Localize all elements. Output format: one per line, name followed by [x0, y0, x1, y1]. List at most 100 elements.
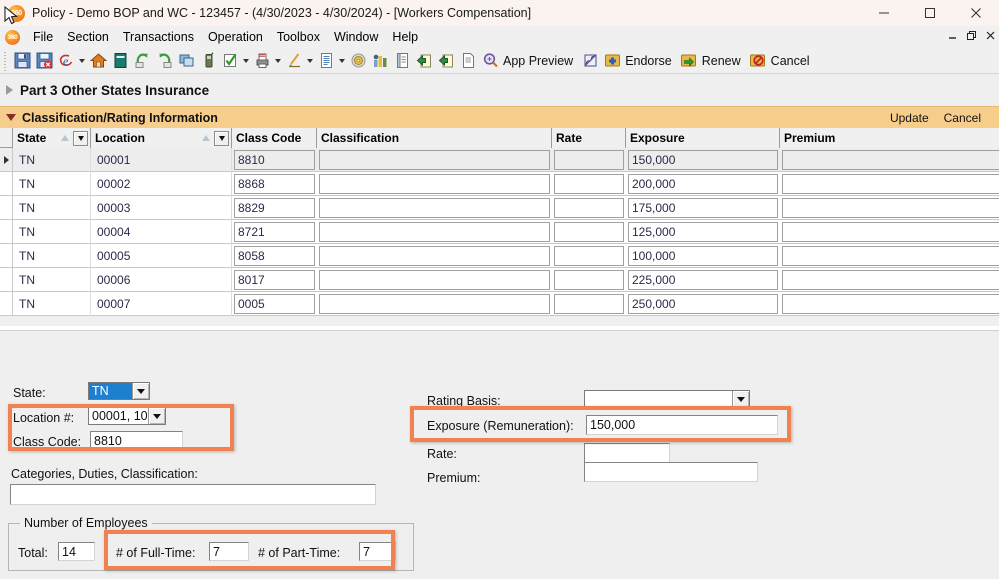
rating-basis-dropdown[interactable] — [584, 390, 750, 409]
cell-exposure[interactable]: 200,000 — [626, 172, 780, 196]
cell-class-code[interactable]: 0005 — [232, 292, 317, 316]
cell-class-code[interactable]: 8810 — [232, 148, 317, 172]
cell-premium-value[interactable] — [782, 198, 999, 218]
cell-exposure-value[interactable]: 225,000 — [628, 270, 778, 290]
toolbar-book-button[interactable] — [109, 49, 131, 73]
toolbar-endorse-button[interactable]: Endorse — [601, 49, 678, 73]
cell-rate[interactable] — [552, 196, 626, 220]
cell-rate[interactable] — [552, 172, 626, 196]
cell-exposure[interactable]: 100,000 — [626, 244, 780, 268]
cell-classification[interactable] — [317, 244, 552, 268]
cell-class-code-value[interactable]: 8721 — [234, 222, 315, 242]
cell-location[interactable]: 00001 — [91, 148, 232, 172]
cell-premium-value[interactable] — [782, 246, 999, 266]
cell-premium-value[interactable] — [782, 222, 999, 242]
row-selector[interactable] — [0, 148, 13, 172]
column-header-state[interactable]: State — [13, 128, 91, 148]
cell-state[interactable]: TN — [13, 172, 91, 196]
table-row[interactable]: TN 00003 8829 175,000 — [0, 196, 999, 220]
cell-class-code[interactable]: 8721 — [232, 220, 317, 244]
toolbar-document-button[interactable] — [315, 49, 347, 73]
column-header-location[interactable]: Location — [91, 128, 232, 148]
column-header-rate[interactable]: Rate — [552, 128, 626, 148]
cell-premium[interactable] — [780, 292, 999, 316]
mdi-minimize-button[interactable] — [947, 31, 959, 44]
toolbar-next-button[interactable] — [153, 49, 175, 73]
toolbar-internet-button[interactable]: e — [55, 49, 87, 73]
cell-state[interactable]: TN — [13, 196, 91, 220]
column-header-premium[interactable]: Premium — [780, 128, 999, 148]
menu-item-file[interactable]: File — [26, 28, 60, 46]
toolbar-home-button[interactable] — [87, 49, 109, 73]
table-row[interactable]: TN 00005 8058 100,000 — [0, 244, 999, 268]
cell-classification-value[interactable] — [319, 198, 550, 218]
cell-class-code-value[interactable]: 8810 — [234, 150, 315, 170]
toolbar-save-close-button[interactable] — [33, 49, 55, 73]
close-button[interactable] — [953, 0, 999, 26]
toolbar-print-button[interactable] — [251, 49, 283, 73]
cell-location[interactable]: 00006 — [91, 268, 232, 292]
toolbar-signature-button[interactable] — [283, 49, 315, 73]
toolbar-cancel-button[interactable]: Cancel — [747, 49, 816, 73]
part-time-input[interactable]: 7 — [359, 542, 396, 561]
cancel-link[interactable]: Cancel — [944, 111, 981, 125]
cell-location[interactable]: 00003 — [91, 196, 232, 220]
cell-rate[interactable] — [552, 292, 626, 316]
cell-rate-value[interactable] — [554, 294, 624, 314]
table-row[interactable]: TN 00007 0005 250,000 — [0, 292, 999, 316]
update-link[interactable]: Update — [890, 111, 929, 125]
cell-class-code-value[interactable]: 8017 — [234, 270, 315, 290]
cell-rate[interactable] — [552, 268, 626, 292]
cell-state[interactable]: TN — [13, 148, 91, 172]
row-selector[interactable] — [0, 268, 13, 292]
cell-rate-value[interactable] — [554, 150, 624, 170]
cell-classification[interactable] — [317, 196, 552, 220]
cell-location[interactable]: 00004 — [91, 220, 232, 244]
chevron-down-icon[interactable] — [77, 50, 87, 72]
minimize-button[interactable] — [861, 0, 907, 26]
column-header-class-code[interactable]: Class Code — [232, 128, 317, 148]
cell-classification[interactable] — [317, 220, 552, 244]
cell-premium[interactable] — [780, 268, 999, 292]
cell-rate-value[interactable] — [554, 174, 624, 194]
toolbar-previous-button[interactable] — [131, 49, 153, 73]
cell-exposure-value[interactable]: 125,000 — [628, 222, 778, 242]
cell-rate-value[interactable] — [554, 270, 624, 290]
toolbar-form-button[interactable] — [457, 49, 479, 73]
cell-exposure[interactable]: 250,000 — [626, 292, 780, 316]
toolbar-grip[interactable] — [2, 50, 8, 71]
menu-item-toolbox[interactable]: Toolbox — [270, 28, 327, 46]
cell-state[interactable]: TN — [13, 220, 91, 244]
toolbar-notes-button[interactable] — [391, 49, 413, 73]
chevron-down-icon[interactable] — [148, 408, 165, 424]
chevron-down-icon[interactable] — [337, 50, 347, 72]
cell-class-code[interactable]: 8058 — [232, 244, 317, 268]
cell-rate-value[interactable] — [554, 198, 624, 218]
cell-rate[interactable] — [552, 220, 626, 244]
cell-classification[interactable] — [317, 172, 552, 196]
table-row[interactable]: TN 00004 8721 125,000 — [0, 220, 999, 244]
cell-class-code-value[interactable]: 0005 — [234, 294, 315, 314]
cell-premium[interactable] — [780, 244, 999, 268]
toolbar-chart-button[interactable] — [369, 49, 391, 73]
cell-classification-value[interactable] — [319, 246, 550, 266]
cell-class-code[interactable]: 8829 — [232, 196, 317, 220]
cell-classification[interactable] — [317, 148, 552, 172]
toolbar-copy-button[interactable] — [175, 49, 197, 73]
cell-exposure-value[interactable]: 100,000 — [628, 246, 778, 266]
chevron-down-icon[interactable] — [305, 50, 315, 72]
chevron-down-icon[interactable] — [241, 50, 251, 72]
cell-classification-value[interactable] — [319, 270, 550, 290]
row-selector[interactable] — [0, 244, 13, 268]
cell-premium-value[interactable] — [782, 150, 999, 170]
cell-classification[interactable] — [317, 268, 552, 292]
cell-rate-value[interactable] — [554, 222, 624, 242]
cell-premium-value[interactable] — [782, 294, 999, 314]
cell-class-code[interactable]: 8868 — [232, 172, 317, 196]
toolbar-validate-button[interactable] — [219, 49, 251, 73]
part3-section-header[interactable]: Part 3 Other States Insurance — [0, 75, 999, 105]
menu-item-window[interactable]: Window — [327, 28, 385, 46]
column-header-classification[interactable]: Classification — [317, 128, 552, 148]
table-row[interactable]: TN 00006 8017 225,000 — [0, 268, 999, 292]
expand-collapse-icon[interactable] — [6, 85, 13, 95]
